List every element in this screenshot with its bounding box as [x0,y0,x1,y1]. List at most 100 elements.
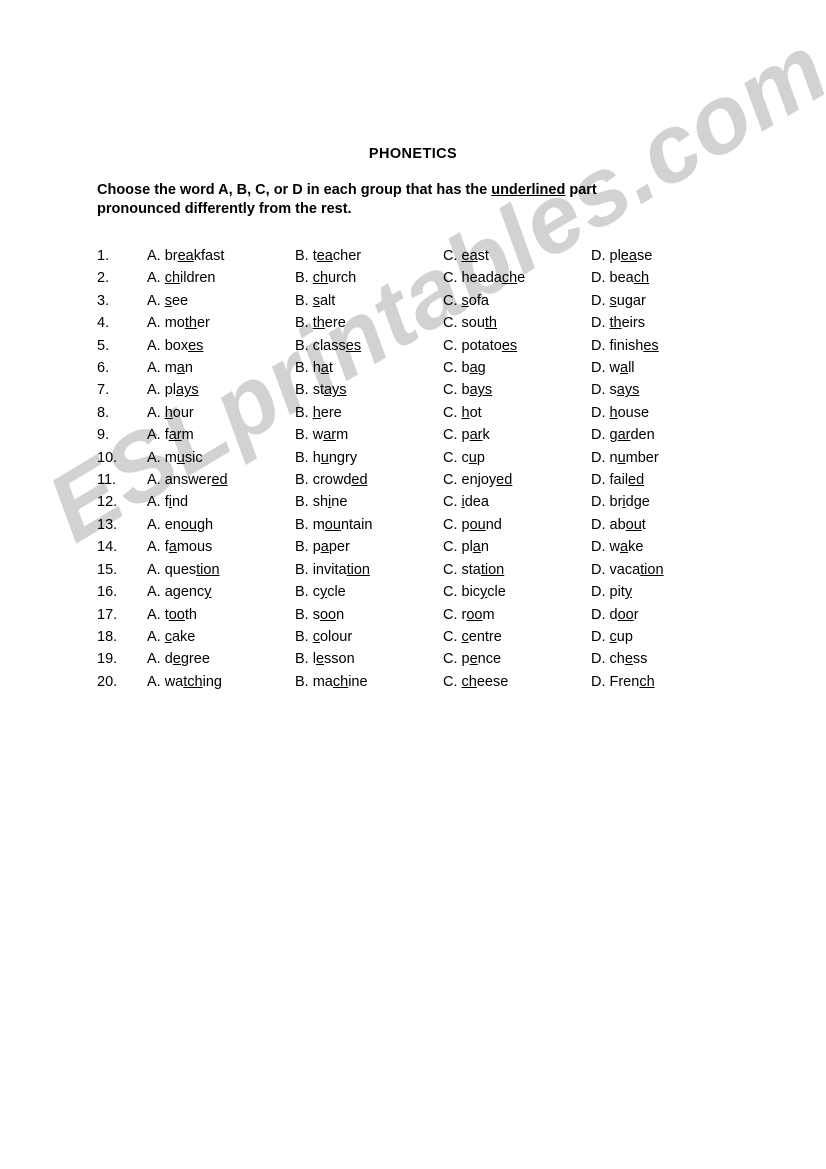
option-d[interactable]: D. door [591,604,737,626]
option-letter: C. [443,427,458,444]
option-b[interactable]: B. colour [295,626,443,648]
option-c[interactable]: C. enjoyed [443,469,591,491]
option-b[interactable]: B. invitation [295,559,443,581]
option-d[interactable]: D. cup [591,626,737,648]
option-b[interactable]: B. soon [295,604,443,626]
option-d[interactable]: D. theirs [591,312,737,334]
option-a[interactable]: A. breakfast [147,245,295,267]
option-a[interactable]: A. famous [147,536,295,558]
option-d[interactable]: D. house [591,402,737,424]
option-b[interactable]: B. classes [295,335,443,357]
option-c[interactable]: C. sofa [443,290,591,312]
option-a[interactable]: A. farm [147,424,295,446]
option-b[interactable]: B. there [295,312,443,334]
option-word: agency [165,584,212,600]
option-c[interactable]: C. bag [443,357,591,379]
option-c[interactable]: C. east [443,245,591,267]
option-d[interactable]: D. finishes [591,335,737,357]
option-b[interactable]: B. salt [295,290,443,312]
option-d[interactable]: D. wake [591,536,737,558]
option-a[interactable]: A. answered [147,469,295,491]
option-c[interactable]: C. plan [443,536,591,558]
option-word: boxes [165,338,204,354]
word-prefix: m [164,449,177,466]
option-d[interactable]: D. says [591,379,737,401]
option-letter: A. [147,494,161,511]
option-c[interactable]: C. hot [443,402,591,424]
word-underlined-part: ar [469,427,483,444]
option-a[interactable]: A. hour [147,402,295,424]
option-c[interactable]: C. park [443,424,591,446]
option-letter: A. [147,673,161,690]
option-d[interactable]: D. bridge [591,491,737,513]
option-c[interactable]: C. pound [443,514,591,536]
option-a[interactable]: A. man [147,357,295,379]
option-d[interactable]: D. please [591,245,737,267]
option-b[interactable]: B. church [295,267,443,289]
option-d[interactable]: D. failed [591,469,737,491]
option-b[interactable]: B. here [295,402,443,424]
option-c[interactable]: C. headache [443,267,591,289]
option-letter: C. [443,337,458,354]
option-word: here [313,405,342,421]
option-d[interactable]: D. chess [591,648,737,670]
word-suffix: p [476,449,485,466]
option-c[interactable]: C. room [443,604,591,626]
word-prefix: br [164,248,178,264]
option-d[interactable]: D. garden [591,424,737,446]
option-c[interactable]: C. south [443,312,591,334]
option-a[interactable]: A. enough [147,514,295,536]
option-b[interactable]: B. machine [295,671,443,693]
option-a[interactable]: A. plays [147,379,295,401]
option-c[interactable]: C. pence [443,648,591,670]
option-d[interactable]: D. number [591,447,737,469]
option-c[interactable]: C. bays [443,379,591,401]
option-b[interactable]: B. stays [295,379,443,401]
option-word: music [165,450,203,466]
question-number: 12. [97,494,118,511]
option-a[interactable]: A. degree [147,648,295,670]
option-c[interactable]: C. station [443,559,591,581]
option-a[interactable]: A. cake [147,626,295,648]
option-d[interactable]: D. pity [591,581,737,603]
option-letter: A. [147,628,161,645]
option-a[interactable]: A. boxes [147,335,295,357]
option-a[interactable]: A. mother [147,312,295,334]
option-a[interactable]: A. find [147,491,295,513]
option-a[interactable]: A. music [147,447,295,469]
option-b[interactable]: B. mountain [295,514,443,536]
option-a[interactable]: A. tooth [147,604,295,626]
option-d[interactable]: D. beach [591,267,737,289]
option-b[interactable]: B. shine [295,491,443,513]
option-a[interactable]: A. see [147,290,295,312]
word-prefix: m [312,516,325,533]
option-b[interactable]: B. hungry [295,447,443,469]
option-c[interactable]: C. cheese [443,671,591,693]
option-b[interactable]: B. paper [295,536,443,558]
option-b[interactable]: B. crowded [295,469,443,491]
option-c[interactable]: C. potatoes [443,335,591,357]
option-a[interactable]: A. agency [147,581,295,603]
option-c[interactable]: C. bicycle [443,581,591,603]
word-suffix: ing [202,673,222,690]
word-suffix: ke [628,539,644,556]
option-word: enjoyed [462,472,513,488]
option-c[interactable]: C. cup [443,447,591,469]
option-d[interactable]: D. about [591,514,737,536]
option-d[interactable]: D. French [591,671,737,693]
option-word: cheese [462,674,509,690]
option-b[interactable]: B. lesson [295,648,443,670]
option-d[interactable]: D. sugar [591,290,737,312]
option-d[interactable]: D. wall [591,357,737,379]
option-d[interactable]: D. vacation [591,559,737,581]
option-b[interactable]: B. hat [295,357,443,379]
option-b[interactable]: B. cycle [295,581,443,603]
option-c[interactable]: C. idea [443,491,591,513]
option-a[interactable]: A. question [147,559,295,581]
option-b[interactable]: B. teacher [295,245,443,267]
option-c[interactable]: C. centre [443,626,591,648]
option-a[interactable]: A. children [147,267,295,289]
option-a[interactable]: A. watching [147,671,295,693]
option-b[interactable]: B. warm [295,424,443,446]
question-row: 5. A. boxes B. classes C. potatoes D. finishes [97,335,737,357]
